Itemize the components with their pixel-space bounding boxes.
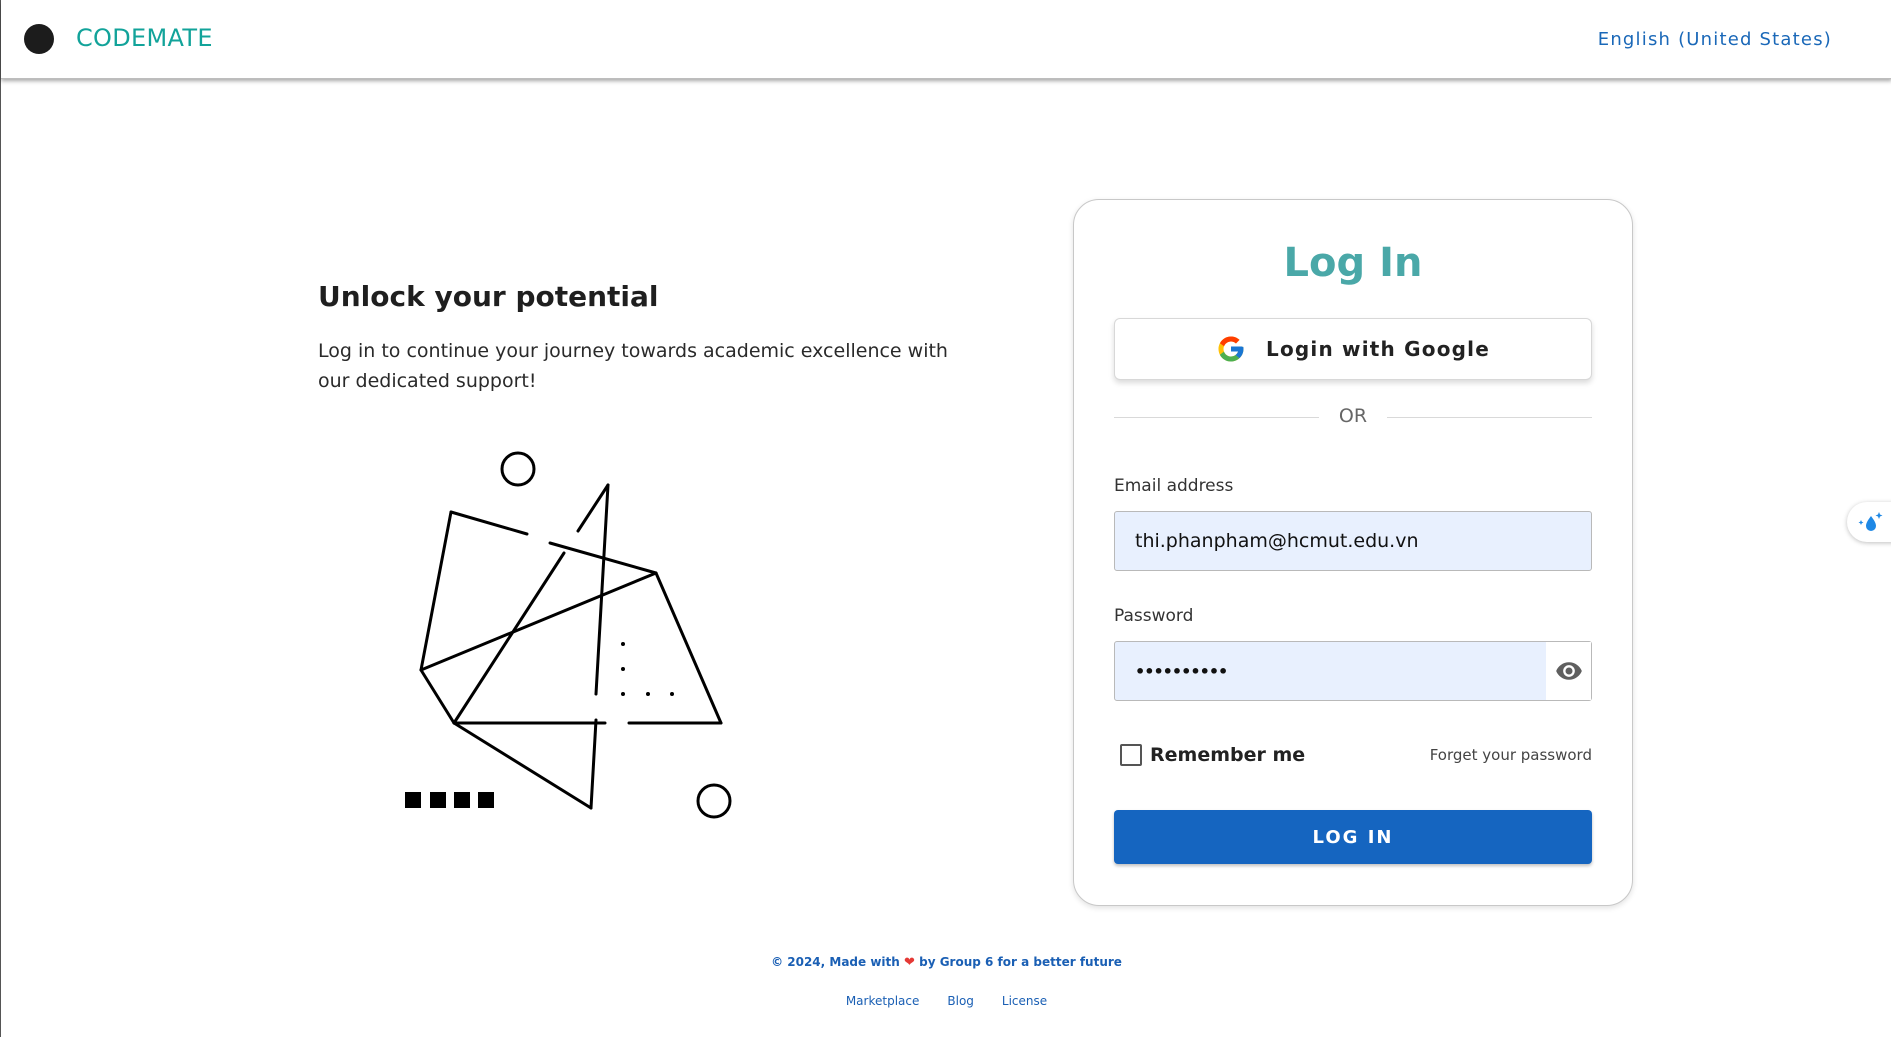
footer-link-blog[interactable]: Blog: [947, 994, 974, 1008]
language-selector[interactable]: English (United States): [1598, 29, 1832, 50]
illustration-line: [576, 483, 610, 533]
geometric-illustration: [405, 451, 732, 819]
illustration-line: [449, 510, 529, 536]
password-field[interactable]: ••••••••••: [1114, 641, 1592, 701]
footer-credit-prefix: © 2024, Made with: [771, 955, 900, 969]
footer-credit-suffix: by Group 6 for a better future: [919, 955, 1122, 969]
or-text: OR: [1338, 405, 1368, 427]
password-label: Password: [1114, 606, 1194, 626]
logo-dot-icon[interactable]: [24, 24, 54, 54]
illustration-line: [452, 551, 566, 725]
eye-icon: [1555, 662, 1582, 680]
top-header: CODEMATE English (United States): [1, 0, 1891, 79]
illustration-line: [452, 721, 593, 810]
brand-name[interactable]: CODEMATE: [76, 24, 213, 52]
google-login-button[interactable]: Login with Google: [1114, 318, 1592, 380]
email-label: Email address: [1114, 476, 1234, 496]
illustration-circle-top: [500, 451, 536, 487]
illustration-circle-bottom: [696, 783, 732, 819]
email-field[interactable]: thi.phanpham@hcmut.edu.vn: [1114, 511, 1592, 571]
illustration-square: [405, 792, 421, 808]
remember-me-label: Remember me: [1150, 744, 1306, 766]
illustration-dot: [646, 692, 650, 696]
hero-description: Log in to continue your journey towards …: [318, 340, 948, 392]
illustration-square: [454, 792, 470, 808]
illustration-square: [478, 792, 494, 808]
illustration-line: [419, 668, 456, 725]
illustration-line: [589, 718, 598, 810]
illustration-line: [654, 571, 723, 725]
footer-links: Marketplace Blog License: [1, 994, 1891, 1008]
illustration-dot: [621, 642, 625, 646]
login-card: Log In Login with Google OR Email addres…: [1073, 199, 1633, 906]
password-value: ••••••••••: [1135, 661, 1228, 681]
divider-line-right: [1387, 417, 1592, 418]
remember-me-control[interactable]: Remember me: [1120, 744, 1305, 766]
heart-icon: ❤: [904, 955, 915, 970]
illustration-line: [419, 571, 658, 672]
illustration-square: [430, 792, 446, 808]
footer-link-license[interactable]: License: [1002, 994, 1047, 1008]
hero-title: Unlock your potential: [318, 280, 659, 313]
toggle-password-visibility-button[interactable]: [1546, 642, 1591, 700]
login-title: Log In: [1283, 240, 1423, 286]
illustration-dot: [621, 692, 625, 696]
login-page: CODEMATE English (United States) Unlock …: [0, 0, 1891, 1037]
footer-credit: © 2024, Made with ❤ by Group 6 for a bet…: [1, 955, 1891, 970]
footer-link-marketplace[interactable]: Marketplace: [846, 994, 920, 1008]
illustration-dot: [621, 667, 625, 671]
illustration-dot: [670, 692, 674, 696]
google-login-label: Login with Google: [1266, 337, 1490, 361]
illustration-line: [594, 483, 610, 696]
or-divider: OR: [1114, 405, 1592, 429]
email-value: thi.phanpham@hcmut.edu.vn: [1135, 530, 1419, 552]
illustration-line: [419, 510, 453, 672]
forgot-password-link[interactable]: Forget your password: [1430, 746, 1592, 764]
droplet-sparkle-icon: [1858, 512, 1883, 531]
floating-assistant-widget[interactable]: [1847, 502, 1891, 542]
login-submit-button[interactable]: LOG IN: [1114, 810, 1592, 864]
google-icon: [1218, 336, 1244, 362]
remember-me-checkbox[interactable]: [1120, 744, 1142, 766]
